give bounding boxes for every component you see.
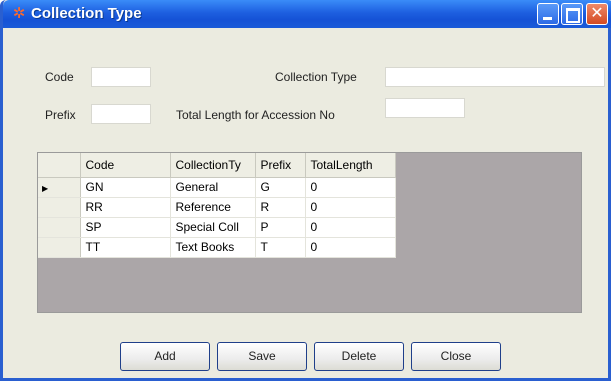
cell-prefix[interactable]: G bbox=[255, 177, 306, 198]
prefix-label: Prefix bbox=[45, 108, 76, 122]
close-button[interactable]: Close bbox=[411, 342, 501, 371]
cell-code[interactable]: SP bbox=[80, 217, 171, 238]
cell-collectiontype[interactable]: Text Books bbox=[170, 237, 256, 258]
title-bar[interactable]: ✲ Collection Type ✕ bbox=[3, 0, 611, 28]
table-row[interactable]: RR Reference R 0 bbox=[38, 197, 396, 218]
cell-totallength[interactable]: 0 bbox=[305, 217, 396, 238]
minimize-button[interactable] bbox=[537, 3, 559, 25]
close-icon: ✕ bbox=[590, 5, 604, 22]
total-length-label: Total Length for Accession No bbox=[176, 108, 335, 122]
column-header-prefix[interactable]: Prefix bbox=[255, 153, 306, 178]
column-header-collectiontype[interactable]: CollectionTy bbox=[170, 153, 256, 178]
row-selector[interactable] bbox=[38, 197, 81, 218]
cell-collectiontype[interactable]: Special Coll bbox=[170, 217, 256, 238]
code-field[interactable] bbox=[91, 67, 151, 87]
cell-prefix[interactable]: R bbox=[255, 197, 306, 218]
cell-code[interactable]: GN bbox=[80, 177, 171, 198]
cell-code[interactable]: RR bbox=[80, 197, 171, 218]
collection-type-field[interactable] bbox=[385, 67, 605, 87]
grid-corner bbox=[38, 153, 81, 178]
cell-code[interactable]: TT bbox=[80, 237, 171, 258]
close-window-button[interactable]: ✕ bbox=[586, 3, 608, 25]
collection-grid[interactable]: Code CollectionTy Prefix TotalLength ▶ G… bbox=[37, 152, 582, 313]
cell-totallength[interactable]: 0 bbox=[305, 237, 396, 258]
prefix-field[interactable] bbox=[91, 104, 151, 124]
save-button[interactable]: Save bbox=[217, 342, 307, 371]
row-selector[interactable] bbox=[38, 217, 81, 238]
table-row[interactable]: SP Special Coll P 0 bbox=[38, 217, 396, 238]
total-length-field[interactable] bbox=[385, 98, 465, 118]
row-selector[interactable] bbox=[38, 237, 81, 258]
cell-collectiontype[interactable]: General bbox=[170, 177, 256, 198]
delete-button[interactable]: Delete bbox=[314, 342, 404, 371]
cell-collectiontype[interactable]: Reference bbox=[170, 197, 256, 218]
collection-type-window: ✲ Collection Type ✕ Code Collection Type… bbox=[0, 0, 611, 381]
cell-totallength[interactable]: 0 bbox=[305, 177, 396, 198]
row-selector[interactable]: ▶ bbox=[38, 177, 81, 198]
table-row[interactable]: ▶ GN General G 0 bbox=[38, 177, 396, 198]
table-row[interactable]: TT Text Books T 0 bbox=[38, 237, 396, 258]
window-title: Collection Type bbox=[31, 5, 142, 22]
add-button[interactable]: Add bbox=[120, 342, 210, 371]
collection-type-label: Collection Type bbox=[275, 70, 357, 84]
cell-prefix[interactable]: P bbox=[255, 217, 306, 238]
maximize-button[interactable] bbox=[561, 3, 583, 25]
current-row-arrow-icon: ▶ bbox=[42, 184, 49, 193]
column-header-totallength[interactable]: TotalLength bbox=[305, 153, 396, 178]
column-header-code[interactable]: Code bbox=[80, 153, 171, 178]
app-icon: ✲ bbox=[12, 5, 26, 22]
cell-prefix[interactable]: T bbox=[255, 237, 306, 258]
code-label: Code bbox=[45, 70, 74, 84]
cell-totallength[interactable]: 0 bbox=[305, 197, 396, 218]
